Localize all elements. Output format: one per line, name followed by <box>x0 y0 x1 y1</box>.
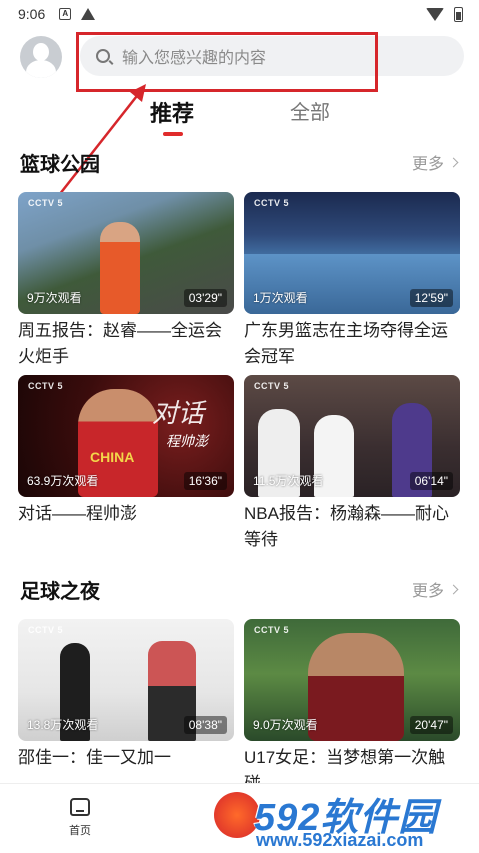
more-button-football[interactable]: 更多 <box>411 577 459 601</box>
channel-logo: CCTV 5 <box>28 381 64 391</box>
video-duration: 08'38" <box>183 716 227 734</box>
more-button-basketball[interactable]: 更多 <box>411 150 459 174</box>
section-title-basketball: 篮球公园 <box>20 154 100 176</box>
video-thumbnail[interactable]: CCTV 5 9.0万次观看 20'47" <box>244 619 460 741</box>
thumbnail-overlay-subtext: 程帅澎 <box>166 433 208 449</box>
active-tab-indicator <box>163 132 183 136</box>
video-duration: 06'14" <box>409 472 453 490</box>
video-title[interactable]: 周五报告：赵睿——全运会火炬手 <box>18 318 234 370</box>
video-thumbnail[interactable]: CCTV 5 9万次观看 03'29" <box>18 192 234 314</box>
video-title[interactable]: 邵佳一：佳一又加一 <box>18 745 234 771</box>
tab-recommended[interactable]: 推荐 <box>150 96 194 128</box>
video-duration: 03'29" <box>183 289 227 307</box>
tab-bar: 推荐 全部 <box>0 96 479 136</box>
channel-logo: CCTV 5 <box>28 625 64 635</box>
site-watermark: 592软件园 www.592xiazai.com <box>214 782 479 853</box>
video-title[interactable]: NBA报告：杨瀚森——耐心等待 <box>244 501 460 553</box>
video-card[interactable]: CCTV 5 1万次观看 12'59" 广东男篮志在主场夺得全运会冠军 <box>244 192 460 370</box>
chevron-right-icon <box>448 584 459 594</box>
more-label: 更多 <box>411 583 444 600</box>
nav-home-label: 首页 <box>69 825 91 837</box>
video-title[interactable]: 广东男篮志在主场夺得全运会冠军 <box>244 318 460 370</box>
video-card[interactable]: CCTV 5 13.8万次观看 08'38" 邵佳一：佳一又加一 <box>18 619 234 771</box>
section-title-football: 足球之夜 <box>20 581 100 603</box>
channel-logo: CCTV 5 <box>254 625 290 635</box>
nav-home[interactable]: 首页 <box>60 798 100 838</box>
jersey-text: CHINA <box>90 449 135 465</box>
channel-logo: CCTV 5 <box>28 198 64 208</box>
video-card[interactable]: CCTV 5 11.5万次观看 06'14" NBA报告：杨瀚森——耐心等待 <box>244 375 460 553</box>
view-count: 11.5万次观看 <box>253 474 324 488</box>
view-count: 9万次观看 <box>27 291 82 305</box>
video-card[interactable]: CCTV 5 9.0万次观看 20'47" U17女足：当梦想第一次触碰 <box>244 619 460 797</box>
view-count: 63.9万次观看 <box>27 474 99 488</box>
channel-logo: CCTV 5 <box>254 381 290 391</box>
home-icon <box>70 798 90 816</box>
video-duration: 12'59" <box>409 289 453 307</box>
thumbnail-figure <box>100 222 140 314</box>
thumbnail-figure <box>308 633 404 741</box>
video-card[interactable]: CCTV 5 9万次观看 03'29" 周五报告：赵睿——全运会火炬手 <box>18 192 234 370</box>
video-title[interactable]: 对话——程帅澎 <box>18 501 234 527</box>
video-thumbnail[interactable]: CCTV 5 1万次观看 12'59" <box>244 192 460 314</box>
view-count: 13.8万次观看 <box>27 718 99 732</box>
tab-all[interactable]: 全部 <box>290 96 330 125</box>
video-duration: 20'47" <box>409 716 453 734</box>
video-thumbnail[interactable]: CCTV 5 11.5万次观看 06'14" <box>244 375 460 497</box>
view-count: 9.0万次观看 <box>253 718 318 732</box>
more-label: 更多 <box>411 156 444 173</box>
video-thumbnail[interactable]: CHINA 对话 程帅澎 CCTV 5 63.9万次观看 16'36" <box>18 375 234 497</box>
view-count: 1万次观看 <box>253 291 308 305</box>
watermark-url: www.592xiazai.com <box>256 830 424 850</box>
video-thumbnail[interactable]: CCTV 5 13.8万次观看 08'38" <box>18 619 234 741</box>
video-duration: 16'36" <box>183 472 227 490</box>
chevron-right-icon <box>448 157 459 167</box>
video-card[interactable]: CHINA 对话 程帅澎 CCTV 5 63.9万次观看 16'36" 对话——… <box>18 375 234 527</box>
channel-logo: CCTV 5 <box>254 198 290 208</box>
thumbnail-overlay-text: 对话 <box>151 399 204 429</box>
